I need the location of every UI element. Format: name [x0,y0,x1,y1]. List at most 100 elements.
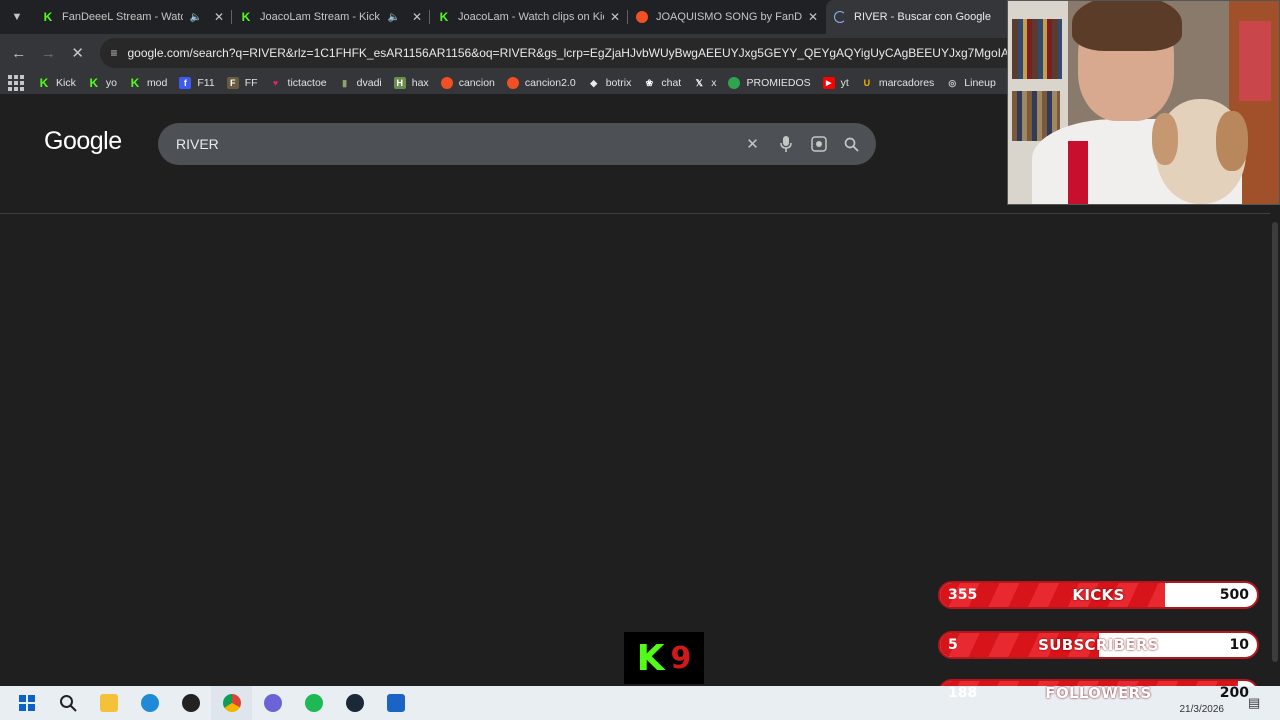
bookmark-label: PROMIEDOS [746,77,811,89]
tab-4[interactable]: RIVER - Buscar con Google ✕ [826,0,1024,34]
camera-lens-icon[interactable] [802,136,835,152]
bookmark-dvadi[interactable]: ▮ dvadi [339,77,382,89]
steam-icon [345,694,364,712]
bookmark-promiedos[interactable]: PROMIEDOS [728,77,811,89]
bookmark-yo[interactable]: Kyo [88,76,117,90]
tab-0[interactable]: K FanDeeeL Stream - Watch Live on Kick 🔈… [34,0,232,34]
f11-icon: f [179,77,192,89]
apps-grid-icon[interactable] [8,75,24,91]
x-icon: 𝕏 [695,77,703,88]
bookmark-botrix[interactable]: ◆ botrix [588,77,631,89]
kick-logo-digit: 9 [670,640,692,676]
diamond-icon: ◆ [590,77,598,88]
forward-button[interactable]: → [33,38,62,68]
taskbar-edge[interactable] [129,686,170,720]
arrow-right-icon: → [40,44,56,62]
taskbar-file-explorer[interactable] [88,686,129,720]
bookmark-chat[interactable]: ❀ chat [643,77,682,89]
taskbar-steam[interactable] [334,686,375,720]
taskbar-chrome-profile[interactable] [252,686,293,720]
bookmark-kick[interactable]: K Kick [38,76,76,90]
webcam-overlay [1007,0,1280,205]
bookmark-label: tictactoe [287,77,327,89]
speaker-icon[interactable]: 🔈 [387,12,399,23]
bookmark-label: marcadores [878,77,935,89]
kick-logo-overlay: K 9 [624,632,704,684]
close-icon: ✕ [71,45,84,62]
close-icon[interactable]: ✕ [808,10,818,24]
goal-label: FOLLOWERS [1045,684,1152,702]
bookmark-label: Lineup [964,77,996,89]
search-box[interactable]: RIVER ✕ [158,123,876,165]
bookmark-mod[interactable]: Kmod [129,76,168,90]
header-divider [0,213,1270,214]
kick-icon: K [439,10,449,24]
tab-search-button[interactable]: ▼ [0,0,34,34]
music-icon [636,11,648,23]
webcam-shirt-stripe [1068,141,1088,204]
site-info-icon[interactable]: ≡ [110,46,117,60]
youtube-icon: ▶ [822,77,835,89]
bookmark-cancion[interactable]: cancion [440,77,495,89]
chevron-down-icon: ▼ [11,11,23,23]
goal-target: 200 [1219,685,1249,701]
tab-1[interactable]: K JoacoLam Stream - Kick Da... 🔈 ✕ [232,0,430,34]
start-button[interactable] [6,686,47,720]
taskbar-chrome[interactable] [211,686,252,720]
speaker-icon[interactable]: 🔈 [189,12,201,23]
taskbar-spotify[interactable] [293,686,334,720]
kick-icon: K [39,76,49,90]
heart-icon: ♥ [272,78,279,88]
clear-icon[interactable]: ✕ [736,135,769,153]
bookmark-cancion2[interactable]: cancion2.0 [506,77,576,89]
webcam-dog-ear [1216,111,1248,171]
url-text: google.com/search?q=RIVER&rlz=1C1FHFK_es… [127,46,1092,60]
google-logo[interactable]: Google [44,127,122,156]
music-icon [506,77,519,89]
bookmark-label: FF [244,77,258,89]
openai-icon: ❀ [645,77,654,88]
tab-3[interactable]: JOAQUISMO SONG by FanDeeeL ✕ [628,0,826,34]
file-explorer-icon [99,694,118,712]
bookmark-marcadores[interactable]: Umarcadores [861,77,935,89]
close-icon[interactable]: ✕ [610,10,620,24]
taskbar-app[interactable] [375,686,416,720]
bookmark-label: yo [105,77,117,89]
kick-icon: K [89,76,99,90]
goal-bar-subscribers: 5 SUBSCRIBERS 10 [938,631,1259,659]
chrome-profile-icon [263,694,282,712]
page-scrollbar[interactable] [1270,212,1280,682]
screen: ▼ K FanDeeeL Stream - Watch Live on Kick… [0,0,1280,720]
bookmark-label: dvadi [356,77,382,89]
bookmark-label: F11 [197,77,215,89]
microphone-icon[interactable] [769,136,802,152]
webcam-person-hair [1072,1,1182,51]
bookmark-label: cancion2.0 [524,77,576,89]
stop-loading-button[interactable]: ✕ [63,38,92,68]
bottle-icon: ▮ [342,77,348,88]
bookmark-ff[interactable]: F FF [226,77,258,89]
taskbar-search-button[interactable] [47,686,88,720]
search-icon[interactable] [835,137,868,152]
taskbar-obs[interactable] [170,686,211,720]
close-icon[interactable]: ✕ [214,10,224,24]
tab-title: JOAQUISMO SONG by FanDeeeL [656,11,802,23]
chrome-icon [222,694,241,712]
search-input[interactable]: RIVER [176,136,736,152]
bookmark-tictactoe[interactable]: ♥ tictactoe [270,77,327,89]
tab-2[interactable]: K JoacoLam - Watch clips on Kick ✕ [430,0,628,34]
tray-date[interactable]: 21/3/2026 [1180,704,1225,715]
back-button[interactable]: ← [4,38,33,68]
bookmark-label: yt [840,77,849,89]
bookmark-hax[interactable]: Hhax [393,77,429,89]
goal-bar-kicks: 355 KICKS 500 [938,581,1259,609]
close-icon[interactable]: ✕ [412,10,422,24]
windows-start-icon [18,695,35,711]
bookmark-lineup[interactable]: ◎ Lineup [946,77,996,89]
scrollbar-thumb[interactable] [1272,222,1278,662]
bookmark-label: cancion [458,77,495,89]
bookmark-f11[interactable]: f F11 [179,77,215,89]
spotify-icon [304,694,323,712]
bookmark-yt[interactable]: ▶ yt [822,77,849,89]
bookmark-x[interactable]: 𝕏x [693,77,717,89]
